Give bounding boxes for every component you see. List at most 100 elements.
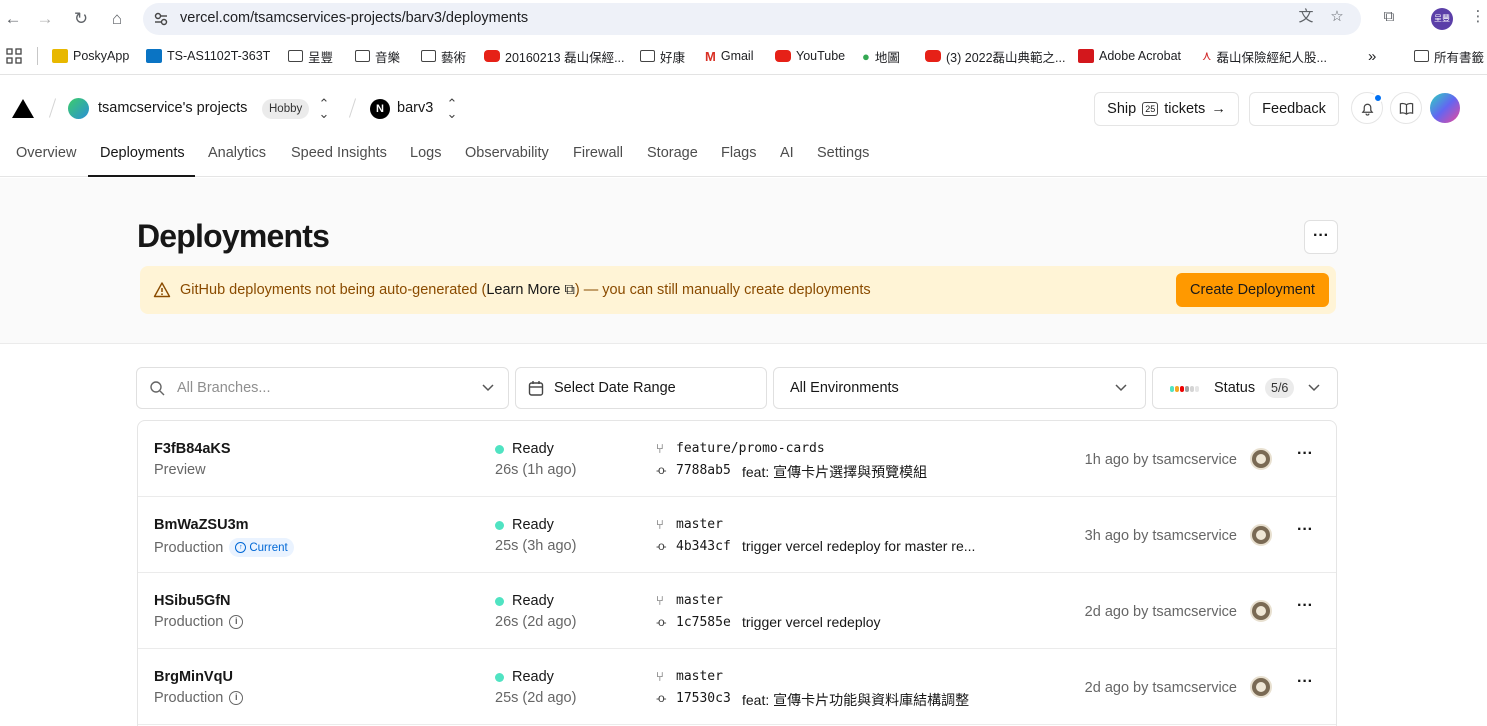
tab-deployments[interactable]: Deployments — [100, 145, 185, 161]
bookmark-company[interactable]: ⋏ 磊山保險經紀人股... — [1202, 47, 1327, 65]
row-more-button[interactable]: ··· — [1294, 673, 1316, 691]
status-ready-dot — [495, 673, 504, 682]
tab-analytics[interactable]: Analytics — [208, 145, 266, 161]
row-more-button[interactable]: ··· — [1294, 597, 1316, 615]
site-info-icon[interactable] — [153, 11, 169, 27]
folder-icon — [421, 50, 436, 62]
bookmark-video-1[interactable]: 20160213 磊山保經... — [484, 47, 625, 65]
environment-filter[interactable]: All Environments — [773, 367, 1146, 409]
bookmark-star-icon[interactable]: ☆ — [1327, 7, 1347, 27]
commit-hash[interactable]: 7788ab5 — [676, 463, 731, 478]
bookmark-video-2[interactable]: (3) 2022磊山典範之... — [925, 47, 1065, 65]
deployment-id[interactable]: BmWaZSU3m — [154, 517, 249, 533]
environment-label: All Environments — [790, 380, 899, 396]
nas-icon — [146, 49, 162, 63]
more-bookmarks-button[interactable]: » — [1368, 47, 1376, 65]
team-name[interactable]: tsamcservice's projects — [98, 100, 247, 116]
address-bar[interactable]: vercel.com/tsamcservices-projects/barv3/… — [143, 3, 1361, 35]
browser-toolbar: ← → ↻ ⌂ vercel.com/tsamcservices-project… — [0, 0, 1487, 39]
row-more-button[interactable]: ··· — [1294, 445, 1316, 463]
status-filter[interactable]: Status 5/6 — [1152, 367, 1338, 409]
back-icon[interactable]: ← — [2, 8, 24, 30]
info-icon[interactable]: i — [229, 691, 244, 705]
deployment-row[interactable]: F3fB84aKS Preview Ready 26s (1h ago) ⑂ f… — [138, 421, 1336, 497]
user-avatar[interactable] — [1430, 93, 1460, 123]
tab-speed-insights[interactable]: Speed Insights — [291, 145, 387, 161]
branch-name[interactable]: master — [676, 517, 723, 532]
bookmark-posky[interactable]: PoskyApp — [52, 47, 129, 65]
deployment-status: Ready — [512, 517, 554, 533]
commit-hash[interactable]: 4b343cf — [676, 539, 731, 554]
bookmark-maps[interactable]: ● 地圖 — [862, 47, 900, 65]
bookmark-nas[interactable]: TS-AS1102T-363T — [146, 47, 270, 65]
team-switcher-icon[interactable]: ⌃ ⌄ — [318, 97, 330, 120]
translate-icon[interactable]: 文 — [1296, 7, 1316, 27]
bookmarks-bar: PoskyApp TS-AS1102T-363T 呈豐 音樂 藝術 201602… — [0, 39, 1487, 73]
ship-badge: 25 — [1142, 102, 1159, 116]
deployment-row[interactable]: BmWaZSU3m Production ↑ Current Ready 25s … — [138, 497, 1336, 573]
learn-more-link[interactable]: Learn More — [486, 282, 560, 298]
deployment-id[interactable]: BrgMinVqU — [154, 669, 233, 685]
notification-indicator — [1373, 93, 1383, 103]
commit-hash[interactable]: 17530c3 — [676, 691, 731, 706]
bookmark-youtube[interactable]: YouTube — [775, 47, 845, 65]
branch-filter[interactable]: All Branches... — [136, 367, 509, 409]
tab-logs[interactable]: Logs — [410, 145, 441, 161]
tab-firewall[interactable]: Firewall — [573, 145, 623, 161]
chrome-divider — [0, 74, 1487, 75]
deployment-row[interactable]: HSibu5GfN Production i Ready 26s (2d ago)… — [138, 573, 1336, 649]
status-label: Status — [1214, 380, 1256, 396]
extensions-icon[interactable]: ⧉ — [1379, 7, 1399, 27]
deployment-id[interactable]: F3fB84aKS — [154, 441, 231, 457]
forward-icon[interactable]: → — [34, 8, 56, 30]
deployment-id[interactable]: HSibu5GfN — [154, 593, 231, 609]
bookmark-folder-2[interactable]: 音樂 — [355, 47, 400, 65]
folder-icon — [355, 50, 370, 62]
ship-tickets-button[interactable]: Ship 25 tickets → — [1094, 92, 1239, 126]
page-more-button[interactable]: ··· — [1304, 220, 1338, 254]
home-icon[interactable]: ⌂ — [106, 8, 128, 30]
tab-ai[interactable]: AI — [780, 145, 794, 161]
project-name[interactable]: barv3 — [397, 100, 433, 116]
commit-message: feat: 宣傳卡片功能與資料庫結構調整 — [742, 692, 970, 708]
all-bookmarks[interactable]: 所有書籤 — [1414, 47, 1484, 65]
tab-storage[interactable]: Storage — [647, 145, 698, 161]
status-ready-dot — [495, 521, 504, 530]
deployments-list: F3fB84aKS Preview Ready 26s (1h ago) ⑂ f… — [137, 420, 1337, 726]
bookmark-gmail[interactable]: M Gmail — [705, 47, 754, 65]
menu-kebab-icon[interactable]: ⋮ — [1468, 7, 1487, 27]
deployment-meta: 1h ago by tsamcservice — [1084, 452, 1237, 468]
row-more-button[interactable]: ··· — [1294, 521, 1316, 539]
bookmark-folder-4[interactable]: 好康 — [640, 47, 685, 65]
deployment-row[interactable]: BrgMinVqU Production i Ready 25s (2d ago)… — [138, 649, 1336, 725]
calendar-icon — [528, 381, 544, 396]
vercel-logo-icon[interactable] — [12, 99, 34, 118]
apps-grid-icon[interactable] — [6, 47, 22, 65]
bookmark-acrobat[interactable]: Adobe Acrobat — [1078, 47, 1181, 65]
bookmark-folder-1[interactable]: 呈豐 — [288, 47, 333, 65]
tab-overview[interactable]: Overview — [16, 145, 76, 161]
branch-name[interactable]: feature/promo-cards — [676, 441, 825, 456]
url-text: vercel.com/tsamcservices-projects/barv3/… — [180, 10, 529, 26]
tab-settings[interactable]: Settings — [817, 145, 869, 161]
info-icon[interactable]: i — [229, 615, 244, 629]
github-warning-banner: GitHub deployments not being auto-genera… — [140, 266, 1336, 314]
git-commit-icon: -o- — [656, 691, 667, 705]
tab-flags[interactable]: Flags — [721, 145, 756, 161]
reload-icon[interactable]: ↻ — [70, 8, 92, 30]
create-deployment-button[interactable]: Create Deployment — [1176, 273, 1329, 307]
date-range-filter[interactable]: Select Date Range — [515, 367, 767, 409]
deployment-duration: 26s (1h ago) — [495, 462, 577, 478]
current-badge: ↑ Current — [229, 538, 294, 557]
folder-icon — [640, 50, 655, 62]
branch-name[interactable]: master — [676, 669, 723, 684]
tab-observability[interactable]: Observability — [465, 145, 549, 161]
commit-hash[interactable]: 1c7585e — [676, 615, 731, 630]
page-header-band — [0, 178, 1487, 344]
bookmark-folder-3[interactable]: 藝術 — [421, 47, 466, 65]
branch-name[interactable]: master — [676, 593, 723, 608]
profile-avatar[interactable]: 呈豐 — [1431, 8, 1453, 30]
project-switcher-icon[interactable]: ⌃ ⌄ — [446, 97, 458, 120]
docs-book-icon[interactable] — [1390, 92, 1422, 124]
feedback-button[interactable]: Feedback — [1249, 92, 1339, 126]
